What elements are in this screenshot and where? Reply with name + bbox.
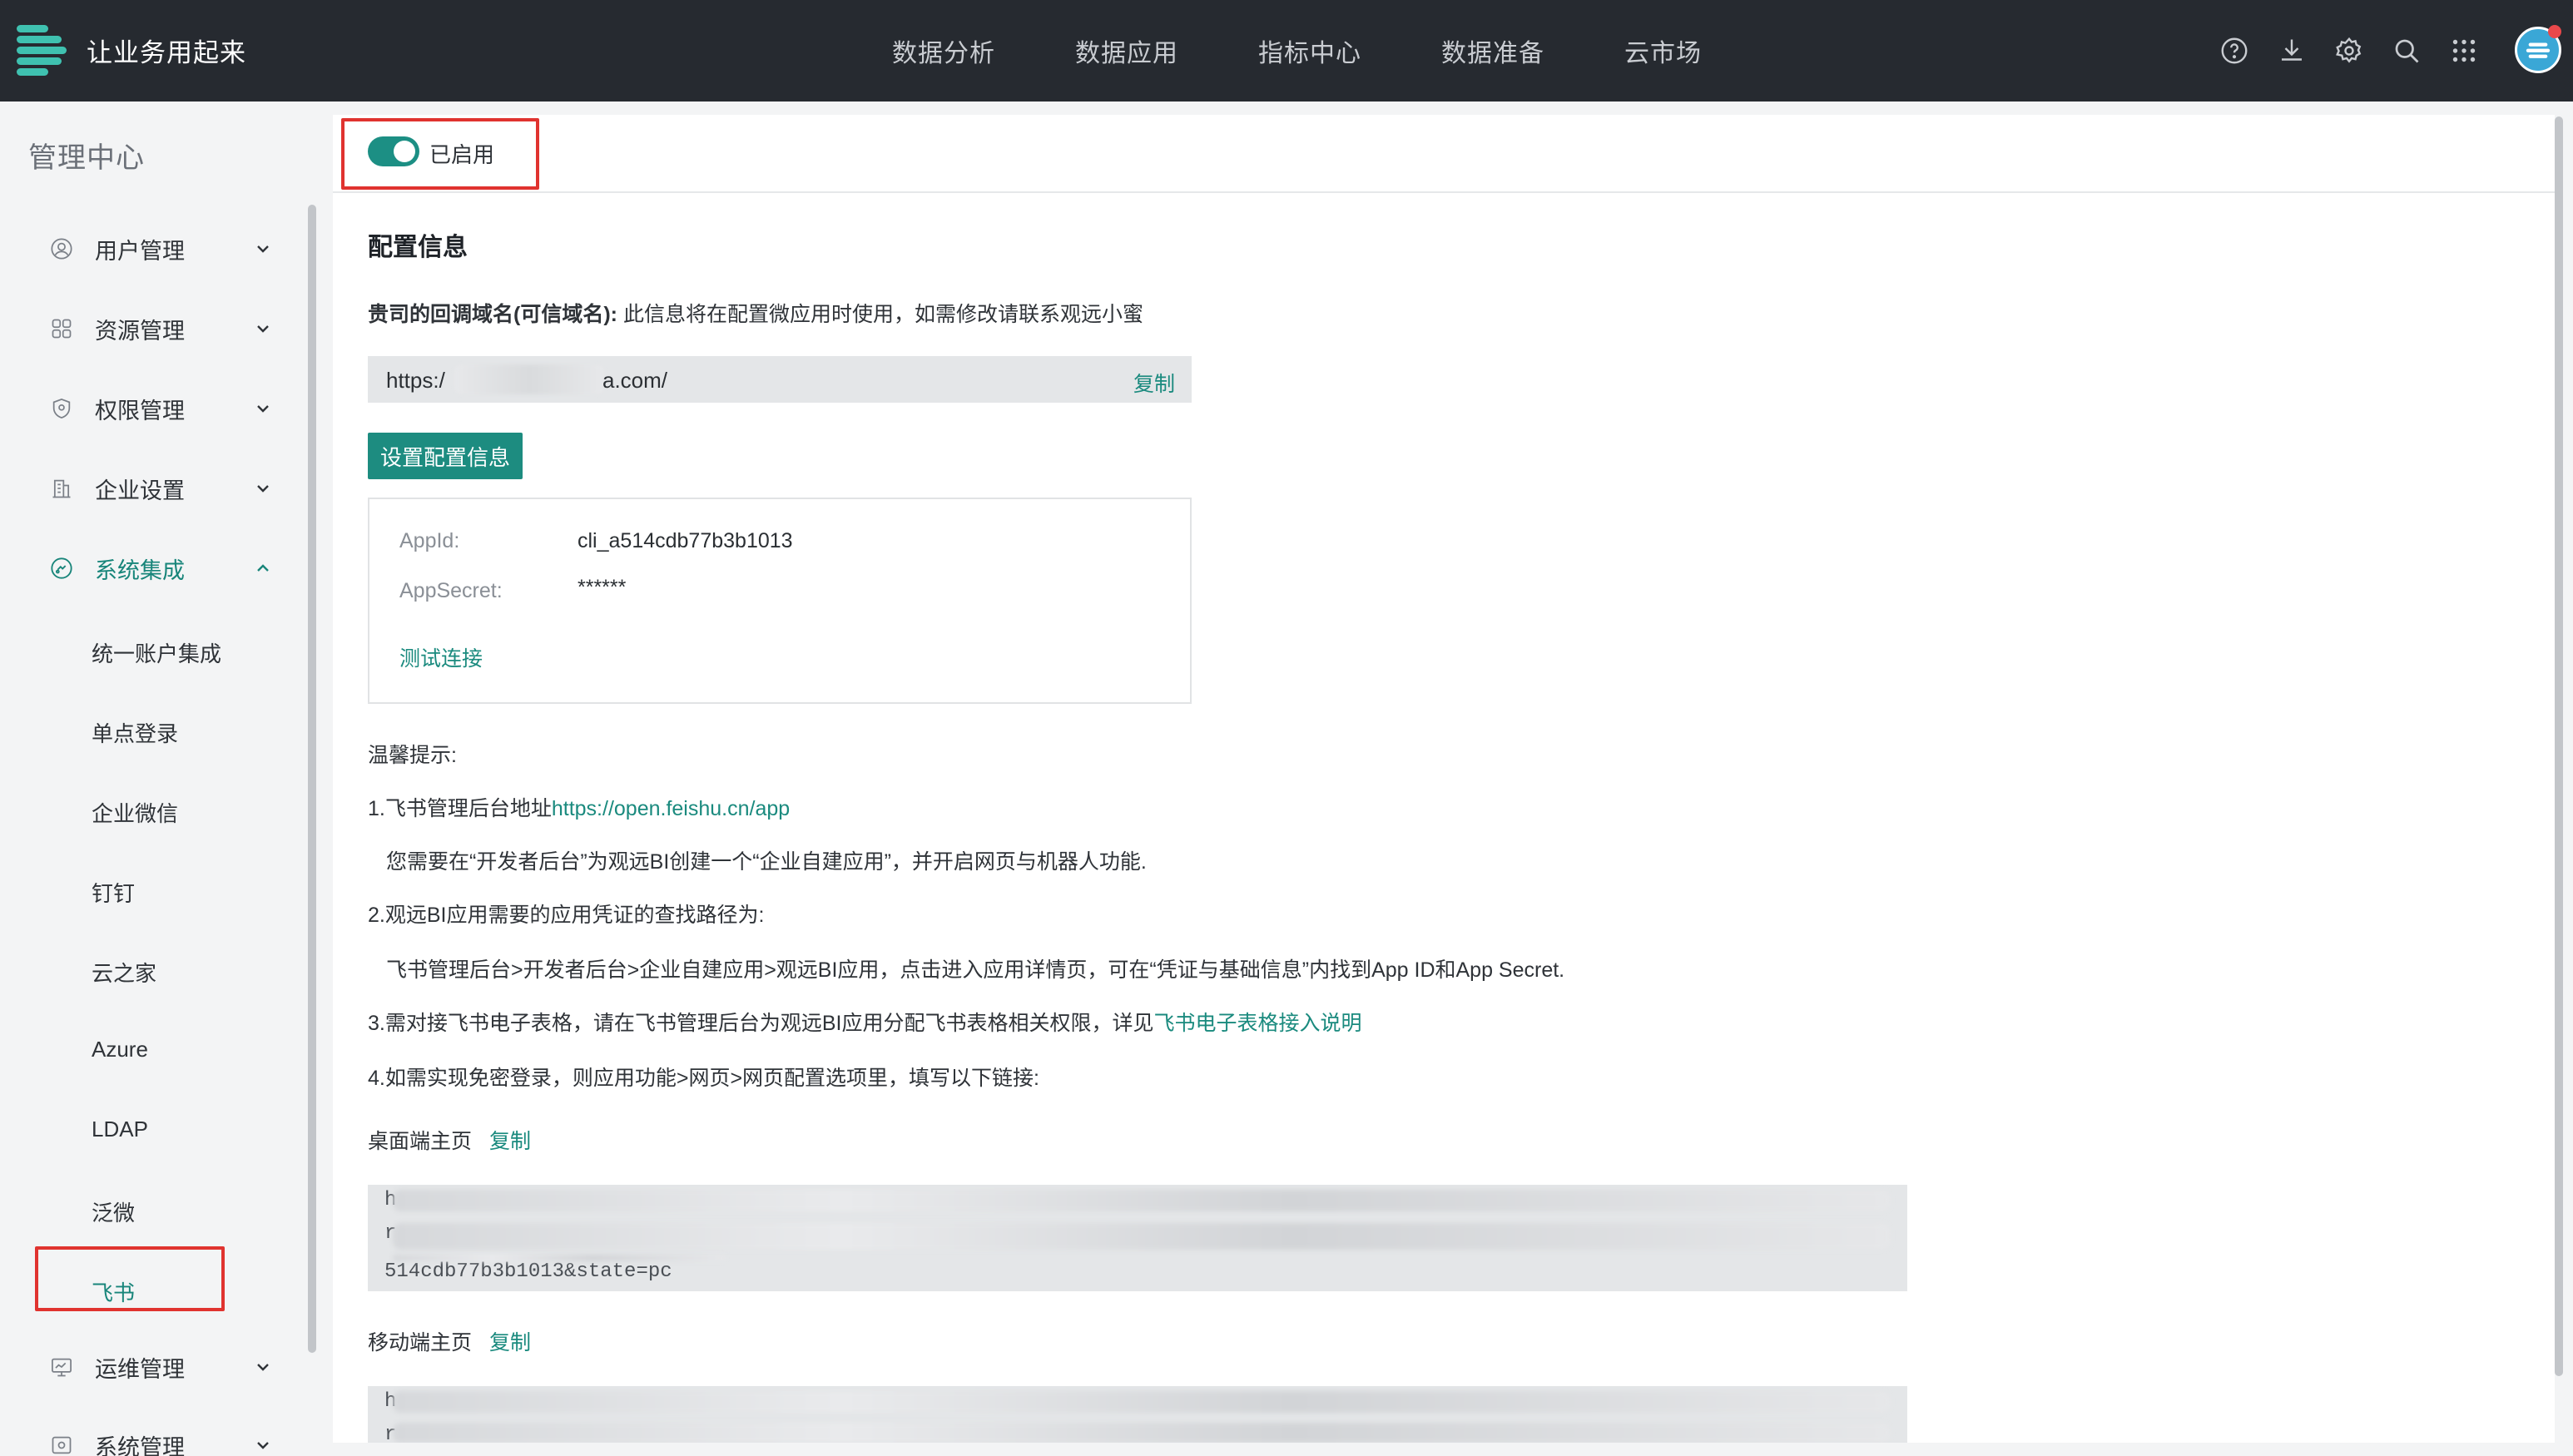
redacted-url-blur: [393, 1423, 1891, 1443]
tip-line-2-detail: 飞书管理后台>开发者后台>企业自建应用>观远BI应用，点击进入应用详情页，可在“…: [386, 958, 1565, 982]
sidebar-scrollbar[interactable]: [308, 205, 316, 1353]
sidebar-group-system-management[interactable]: 系统管理: [48, 1424, 273, 1456]
tip-line-1: 1.飞书管理后台地址https://open.feishu.cn/app: [368, 792, 790, 822]
desktop-url-box: h r 514cdb77b3b1013&state=pc: [368, 1185, 1907, 1291]
nav-item-metrics-center[interactable]: 指标中心: [1258, 32, 1361, 69]
settings-icon[interactable]: [2328, 30, 2370, 72]
appsecret-value: ******: [578, 576, 627, 599]
sidebar-item-dingtalk[interactable]: 钉钉: [92, 877, 135, 908]
copy-url-link[interactable]: 复制: [1133, 368, 1175, 398]
sidebar-group-ops-management[interactable]: 运维管理: [48, 1346, 273, 1388]
main-nav: 数据分析 数据应用 指标中心 数据准备 云市场: [892, 0, 1702, 102]
monitor-icon: [48, 1354, 75, 1380]
sidebar-item-yunzhijia[interactable]: 云之家: [92, 957, 156, 988]
tips-heading: 温馨提示:: [368, 744, 457, 767]
mobile-home-label: 移动端主页: [368, 1331, 473, 1354]
url-suffix: a.com/: [602, 368, 668, 393]
user-icon: [48, 235, 75, 262]
sidebar-group-label: 系统管理: [95, 1434, 185, 1456]
url-prefix: https:/: [386, 368, 445, 393]
redacted-url-blur: [393, 1391, 1891, 1413]
desktop-home-label: 桌面端主页: [368, 1130, 473, 1153]
tip-line-2: 2.观远BI应用需要的应用凭证的查找路径为:: [368, 904, 765, 927]
sidebar-item-azure[interactable]: Azure: [92, 1037, 148, 1062]
sidebar-group-system-integration[interactable]: 系统集成: [48, 547, 273, 589]
tip-line-1-text: 1.飞书管理后台地址: [368, 797, 552, 820]
nav-item-cloud-market[interactable]: 云市场: [1624, 32, 1702, 69]
system-icon: [48, 1432, 75, 1456]
sidebar-item-wecom[interactable]: 企业微信: [92, 797, 178, 828]
chevron-down-icon: [257, 1442, 269, 1449]
tip-line-1-detail: 您需要在“开发者后台”为观远BI创建一个“企业自建应用”，并开启网页与机器人功能…: [386, 850, 1147, 874]
header-divider: [333, 191, 2555, 193]
sidebar-group-label: 系统集成: [95, 557, 185, 583]
tip-line-3-text: 3.需对接飞书电子表格，请在飞书管理后台为观远BI应用分配飞书表格相关权限，详见: [368, 1012, 1154, 1035]
appid-label: AppId:: [399, 529, 460, 552]
feishu-admin-link[interactable]: https://open.feishu.cn/app: [552, 797, 790, 820]
redacted-url-part: [454, 364, 604, 394]
copy-desktop-link[interactable]: 复制: [489, 1125, 531, 1155]
set-config-button[interactable]: 设置配置信息: [368, 433, 523, 479]
chevron-down-icon: [257, 325, 269, 333]
shield-icon: [48, 395, 75, 422]
sidebar-group-permission-management[interactable]: 权限管理: [48, 388, 273, 429]
sidebar-group-label: 资源管理: [95, 318, 185, 344]
logo-icon[interactable]: [17, 25, 67, 77]
appid-value: cli_a514cdb77b3b1013: [578, 529, 793, 552]
sidebar-item-ldap[interactable]: LDAP: [92, 1117, 148, 1142]
sidebar-group-label: 运维管理: [95, 1356, 185, 1382]
notification-dot: [2548, 25, 2561, 38]
nav-item-data-prep[interactable]: 数据准备: [1441, 32, 1544, 69]
redacted-url-blur: [393, 1255, 726, 1261]
copy-mobile-link[interactable]: 复制: [489, 1326, 531, 1356]
chevron-up-icon: [257, 564, 269, 572]
tip-line-4: 4.如需实现免密登录，则应用功能>网页>网页配置选项里，填写以下链接:: [368, 1067, 1039, 1090]
feishu-sheet-guide-link[interactable]: 飞书电子表格接入说明: [1153, 1012, 1361, 1035]
sidebar-item-weaver[interactable]: 泛微: [92, 1196, 135, 1227]
top-icons: [2214, 30, 2501, 72]
sidebar-group-label: 企业设置: [95, 478, 185, 503]
nav-item-data-analysis[interactable]: 数据分析: [892, 32, 995, 69]
chevron-down-icon: [257, 485, 269, 493]
mobile-url-box: h r: [368, 1386, 1907, 1443]
chevron-down-icon: [257, 245, 269, 253]
resource-icon: [48, 315, 75, 342]
main-scrollbar[interactable]: [2555, 116, 2563, 1376]
building-icon: [48, 475, 75, 502]
callback-url-box: https:/ a.com/ 复制: [368, 356, 1192, 403]
sidebar-group-user-management[interactable]: 用户管理: [48, 228, 273, 270]
app-title: 让业务用起来: [87, 38, 246, 67]
download-icon[interactable]: [2271, 30, 2313, 72]
sidebar-item-unified-account[interactable]: 统一账户集成: [92, 637, 221, 668]
apps-grid-icon[interactable]: [2443, 30, 2485, 72]
redacted-url-blur: [393, 1223, 1891, 1250]
help-icon[interactable]: [2214, 30, 2255, 72]
appsecret-label: AppSecret:: [399, 579, 503, 602]
desktop-url-line-3: 514cdb77b3b1013&state=pc: [384, 1260, 672, 1283]
chevron-down-icon: [257, 405, 269, 413]
domain-description: 贵司的回调域名(可信域名): 此信息将在配置微应用时使用，如需修改请联系观远小蜜: [368, 298, 1143, 328]
sidebar-group-enterprise-settings[interactable]: 企业设置: [48, 468, 273, 509]
test-connection-link[interactable]: 测试连接: [399, 642, 483, 672]
sidebar-group-label: 权限管理: [95, 398, 185, 423]
search-icon[interactable]: [2386, 30, 2427, 72]
domain-desc: 此信息将在配置微应用时使用，如需修改请联系观远小蜜: [622, 303, 1143, 326]
redacted-url-blur: [393, 1190, 1891, 1211]
config-card: AppId: cli_a514cdb77b3b1013 AppSecret: *…: [368, 498, 1192, 704]
tip-line-3: 3.需对接飞书电子表格，请在飞书管理后台为观远BI应用分配飞书表格相关权限，详见…: [368, 1007, 1362, 1037]
integration-icon: [48, 555, 75, 582]
toggle-highlight-box: [341, 118, 539, 190]
section-title: 配置信息: [368, 234, 468, 261]
chevron-down-icon: [257, 1364, 269, 1371]
sidebar-item-sso[interactable]: 单点登录: [92, 717, 178, 748]
top-bar: 让业务用起来 数据分析 数据应用 指标中心 数据准备 云市场: [0, 0, 2573, 102]
feishu-highlight-box: [35, 1246, 225, 1311]
sidebar-group-label: 用户管理: [95, 238, 185, 264]
nav-item-data-apps[interactable]: 数据应用: [1075, 32, 1178, 69]
sidebar-group-resource-management[interactable]: 资源管理: [48, 308, 273, 349]
domain-label: 贵司的回调域名(可信域名):: [368, 303, 617, 326]
sidebar-title: 管理中心: [28, 142, 145, 174]
